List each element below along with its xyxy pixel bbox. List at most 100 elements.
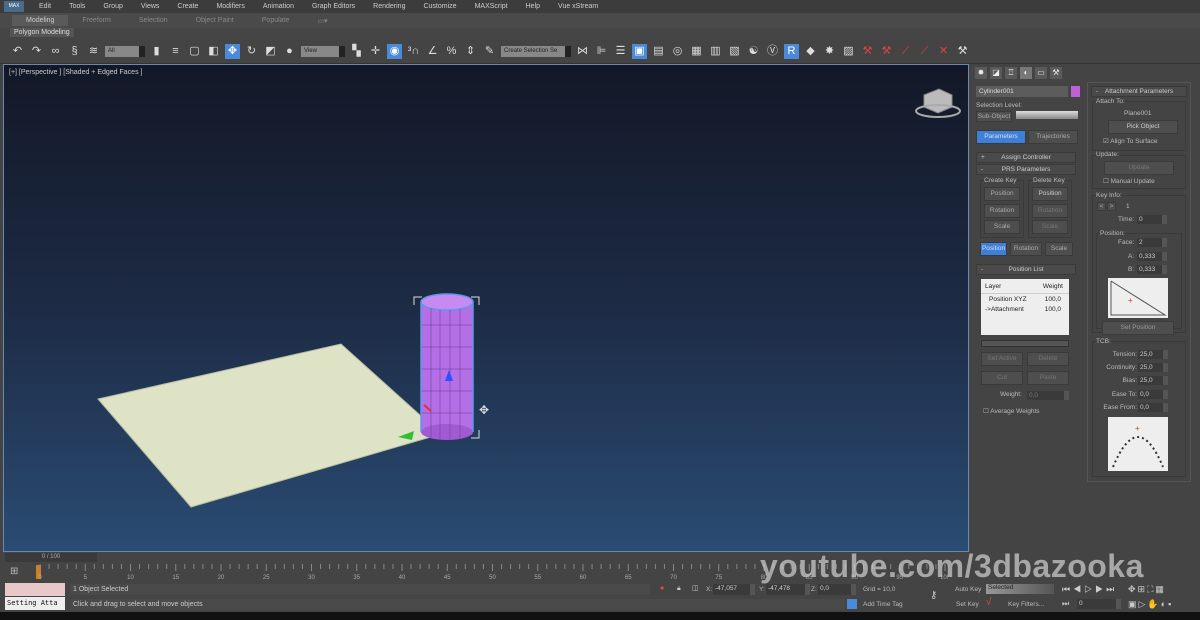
polygon-modeling-label[interactable]: Polygon Modeling [10,28,74,37]
y-coordinate-field[interactable]: -47,478 [766,584,810,595]
mirror-icon[interactable]: ⋈ [575,44,590,59]
menu-views[interactable]: Views [141,3,160,10]
display-tab-icon[interactable]: ▭ [1035,67,1047,79]
reference-coordinate-dropdown[interactable]: View [301,45,345,57]
spinner-snap-icon[interactable]: ⇕ [463,44,478,59]
bind-spacewarp-icon[interactable]: ≋ [86,44,101,59]
create-rotation-key-button[interactable]: Rotation [984,204,1020,218]
schematic-view-icon[interactable]: ◎ [670,44,685,59]
parameters-button[interactable]: Parameters [976,130,1026,144]
align-icon[interactable]: ⊫ [594,44,609,59]
b-spinner[interactable]: 0,333 [1137,265,1167,274]
delete-button[interactable]: Delete [1027,352,1069,366]
undo-icon[interactable]: ↶ [10,44,25,59]
curve-editor-icon[interactable]: ▤ [651,44,666,59]
place-icon[interactable]: ● [282,44,297,59]
manipulate-icon[interactable]: ✛ [368,44,383,59]
bone3-icon[interactable]: ⟋ [898,44,913,59]
menu-graph-editors[interactable]: Graph Editors [312,3,355,10]
delete-rotation-key-button[interactable]: Rotation [1032,204,1068,218]
plugin2-icon[interactable]: ✸ [822,44,837,59]
plugin3-icon[interactable]: ▨ [841,44,856,59]
menu-edit[interactable]: Edit [39,3,51,10]
close-icon[interactable]: ✕ [936,44,951,59]
update-button[interactable]: Update [1104,161,1174,175]
utilities-tab-icon[interactable]: ⚒ [1050,67,1062,79]
motion-tab-icon[interactable]: ◐ [1020,67,1032,79]
z-coordinate-field[interactable]: 0,0 [818,584,856,595]
selection-filter-dropdown[interactable]: All [105,45,145,57]
current-frame-field[interactable]: 0 [1077,599,1121,609]
menu-group[interactable]: Group [103,3,122,10]
app-logo[interactable]: MAX [4,1,24,12]
prs-parameters-rollout[interactable]: - PRS Parameters [976,164,1076,175]
key-filters-button[interactable]: Key Filters... [1008,601,1044,608]
rendered-frame-icon[interactable]: ▧ [727,44,742,59]
unlink-icon[interactable]: § [67,44,82,59]
timeline-ruler[interactable]: 0 5 10 15 20 25 30 35 40 45 50 55 60 65 70 75 80 85 90 95 10… [38,564,948,582]
prs-position-tab[interactable]: Position [980,242,1007,256]
menu-vue[interactable]: Vue xStream [558,3,598,10]
layer-name-field[interactable] [981,340,1069,347]
object-name-field[interactable]: Cylinder001 [976,86,1068,97]
paste-button[interactable]: Paste [1027,371,1069,385]
bone-tool-icon[interactable]: ⚒ [860,44,875,59]
tab-modeling[interactable]: Modeling [12,15,69,26]
ribbon-options-icon[interactable]: ▭▾ [303,15,341,27]
menu-create[interactable]: Create [177,3,198,10]
manual-update-checkbox[interactable]: ☐ Manual Update [1103,177,1155,185]
delete-scale-key-button[interactable]: Scale [1032,220,1068,234]
pivot-center-icon[interactable]: ▚ [349,44,364,59]
menu-animation[interactable]: Animation [263,3,294,10]
cut-button[interactable]: Cut [981,371,1023,385]
prev-key-button[interactable]: < [1097,202,1106,211]
rb-icon[interactable]: R [784,43,799,59]
assign-controller-rollout[interactable]: + Assign Controller [976,152,1076,163]
viewport-nav-controls-2[interactable]: ▣▷✋◐▪ [1128,599,1173,610]
select-object-icon[interactable]: ▮ [149,44,164,59]
delete-position-key-button[interactable]: Position [1032,187,1068,201]
pick-object-button[interactable]: Pick Object [1108,120,1178,134]
set-active-button[interactable]: Set Active [981,352,1023,366]
attachment-parameters-rollout[interactable]: - Attachment Parameters [1091,86,1187,97]
v-icon[interactable]: Ⓥ [765,44,780,59]
create-tab-icon[interactable]: ✹ [975,67,987,79]
menu-tools[interactable]: Tools [69,3,85,10]
render-setup-icon[interactable]: ▥ [708,44,723,59]
create-scale-key-button[interactable]: Scale [984,220,1020,234]
time-slider[interactable]: 0 / 100 [5,553,97,562]
prs-rotation-tab[interactable]: Rotation [1010,242,1042,256]
maxscript-listener-top[interactable] [5,583,65,596]
face-spinner[interactable]: 2 [1137,238,1167,247]
modify-tab-icon[interactable]: ◪ [990,67,1002,79]
select-by-name-icon[interactable]: ≡ [168,44,183,59]
set-key-icon[interactable]: √ [986,597,992,608]
select-scale-icon[interactable]: ◩ [263,44,278,59]
key-mode-toggle-icon[interactable]: ⏭ [1062,599,1069,609]
lock-selection-icon[interactable]: 🔒︎ [677,585,681,593]
add-time-tag[interactable]: Add Time Tag [863,601,903,608]
link-icon[interactable]: ∞ [48,44,63,59]
yin-yang-icon[interactable]: ☯ [746,44,761,59]
percent-snap-icon[interactable]: % [444,44,459,59]
sub-object-dropdown[interactable] [1016,111,1078,119]
average-weights-checkbox[interactable]: ☐ Average Weights [983,407,1040,415]
angle-snap-icon[interactable]: ∠ [425,44,440,59]
time-spinner[interactable]: 0 [1137,215,1167,224]
edit-named-selection-icon[interactable]: ✎ [482,44,497,59]
set-position-button[interactable]: Set Position [1102,321,1174,335]
align-to-surface-checkbox[interactable]: ☑ Align To Surface [1103,137,1158,145]
object-color-swatch[interactable] [1071,86,1080,97]
set-key-button[interactable]: Set Key [956,601,979,608]
hierarchy-tab-icon[interactable]: ♖ [1005,67,1017,79]
position-list[interactable]: Layer Weight Position XYZ 100,0 ->Attachme… [981,279,1069,335]
viewport-nav-controls[interactable]: ✥⊞⛶▦ [1128,584,1166,595]
trajectories-button[interactable]: Trajectories [1028,130,1078,144]
plugin-icon[interactable]: ◆ [803,44,818,59]
maxscript-listener-input[interactable]: Setting Atta [5,597,65,610]
selection-region-icon[interactable]: ▢ [187,44,202,59]
isolate-icon[interactable]: ● [660,585,664,592]
menu-help[interactable]: Help [526,3,540,10]
position-list-rollout[interactable]: - Position List [976,264,1076,275]
list-row[interactable]: ->Attachment 100,0 [981,304,1069,314]
